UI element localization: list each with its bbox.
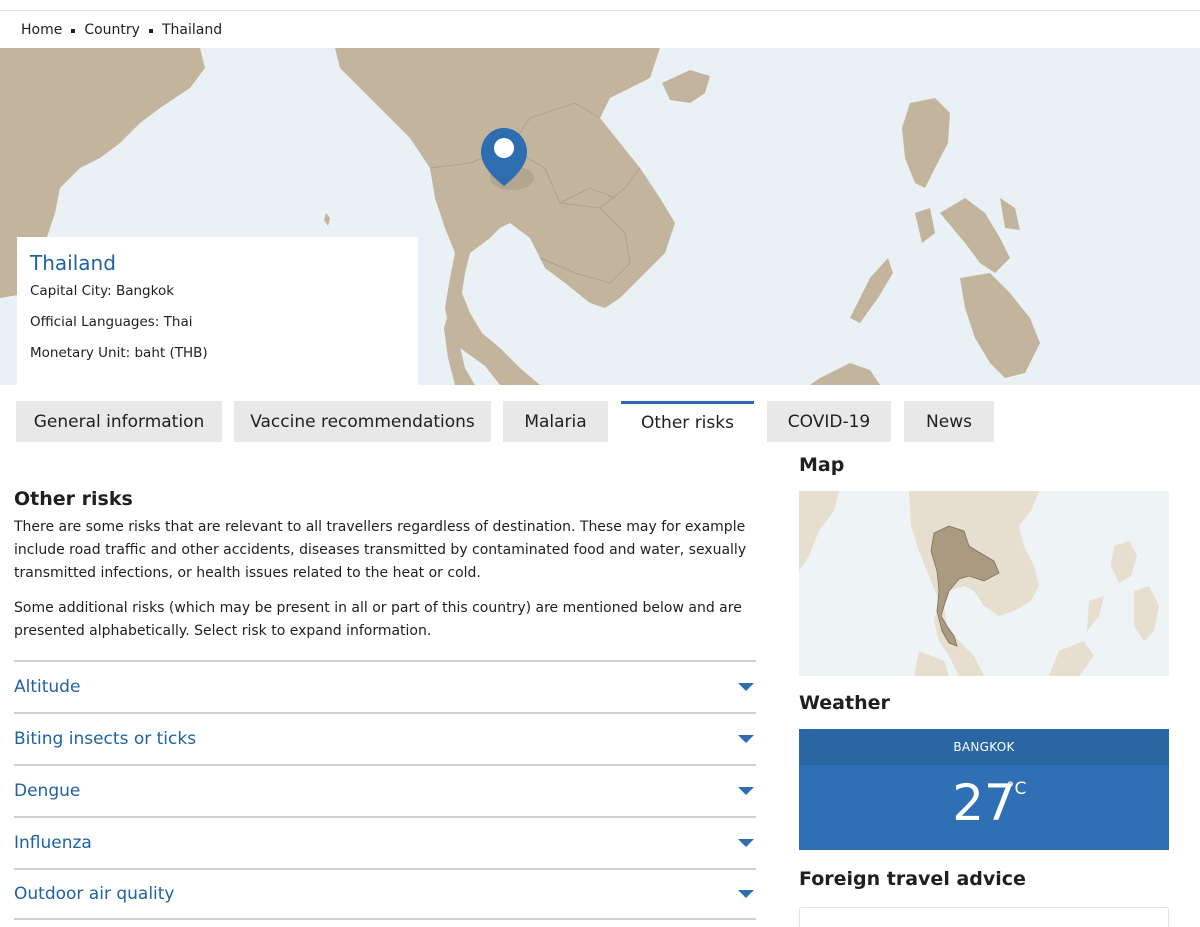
weather-city: BANGKOK bbox=[799, 729, 1169, 765]
foreign-travel-advice-heading: Foreign travel advice bbox=[799, 868, 1026, 890]
weather-unit: °C bbox=[1006, 779, 1027, 799]
map-heading: Map bbox=[799, 454, 845, 476]
top-divider bbox=[0, 10, 1200, 11]
risk-influenza[interactable]: Influenza bbox=[14, 816, 756, 868]
risk-label: Dengue bbox=[14, 781, 81, 801]
breadcrumb: Home Country Thailand bbox=[21, 19, 222, 41]
risk-label: Biting insects or ticks bbox=[14, 729, 197, 749]
country-info-card: Thailand Capital City: Bangkok Official … bbox=[17, 237, 418, 385]
tab-news[interactable]: News bbox=[904, 401, 994, 442]
tab-general-information[interactable]: General information bbox=[16, 401, 222, 442]
breadcrumb-home[interactable]: Home bbox=[21, 22, 62, 38]
breadcrumb-separator bbox=[71, 29, 76, 33]
mini-map[interactable] bbox=[799, 491, 1169, 676]
triangle-down-icon bbox=[738, 839, 754, 847]
triangle-down-icon bbox=[738, 787, 754, 795]
foreign-travel-advice-box[interactable] bbox=[799, 907, 1169, 927]
risk-altitude[interactable]: Altitude bbox=[14, 660, 756, 712]
breadcrumb-current: Thailand bbox=[161, 22, 223, 38]
tab-covid-19[interactable]: COVID-19 bbox=[767, 401, 891, 442]
risk-biting-insects[interactable]: Biting insects or ticks bbox=[14, 712, 756, 764]
mini-map-graphic bbox=[799, 491, 1169, 676]
risk-label: Influenza bbox=[14, 833, 92, 853]
capital-city: Capital City: Bangkok bbox=[30, 283, 175, 299]
risk-outdoor-air-quality[interactable]: Outdoor air quality bbox=[14, 868, 756, 920]
country-name: Thailand bbox=[30, 251, 116, 275]
risk-dengue[interactable]: Dengue bbox=[14, 764, 756, 816]
risk-accordion: Altitude Biting insects or ticks Dengue … bbox=[14, 660, 756, 920]
monetary-unit: Monetary Unit: baht (THB) bbox=[30, 345, 208, 361]
breadcrumb-country[interactable]: Country bbox=[84, 22, 140, 38]
tab-vaccine-recommendations[interactable]: Vaccine recommendations bbox=[234, 401, 491, 442]
section-title: Other risks bbox=[14, 488, 133, 510]
intro-paragraph: There are some risks that are relevant t… bbox=[14, 519, 747, 581]
weather-widget: BANGKOK 27 °C bbox=[799, 729, 1169, 850]
other-risks-section: Other risks There are some risks that ar… bbox=[14, 488, 756, 655]
weather-temperature: 27 bbox=[952, 774, 1016, 832]
additional-risks-paragraph: Some additional risks (which may be pres… bbox=[14, 600, 742, 639]
weather-heading: Weather bbox=[799, 692, 890, 714]
tab-other-risks[interactable]: Other risks bbox=[621, 401, 754, 442]
risk-label: Altitude bbox=[14, 677, 81, 697]
breadcrumb-separator bbox=[148, 29, 153, 33]
triangle-down-icon bbox=[738, 890, 754, 898]
triangle-down-icon bbox=[738, 683, 754, 691]
official-languages: Official Languages: Thai bbox=[30, 314, 193, 330]
tab-malaria[interactable]: Malaria bbox=[503, 401, 608, 442]
risk-label: Outdoor air quality bbox=[14, 884, 175, 904]
triangle-down-icon bbox=[738, 735, 754, 743]
